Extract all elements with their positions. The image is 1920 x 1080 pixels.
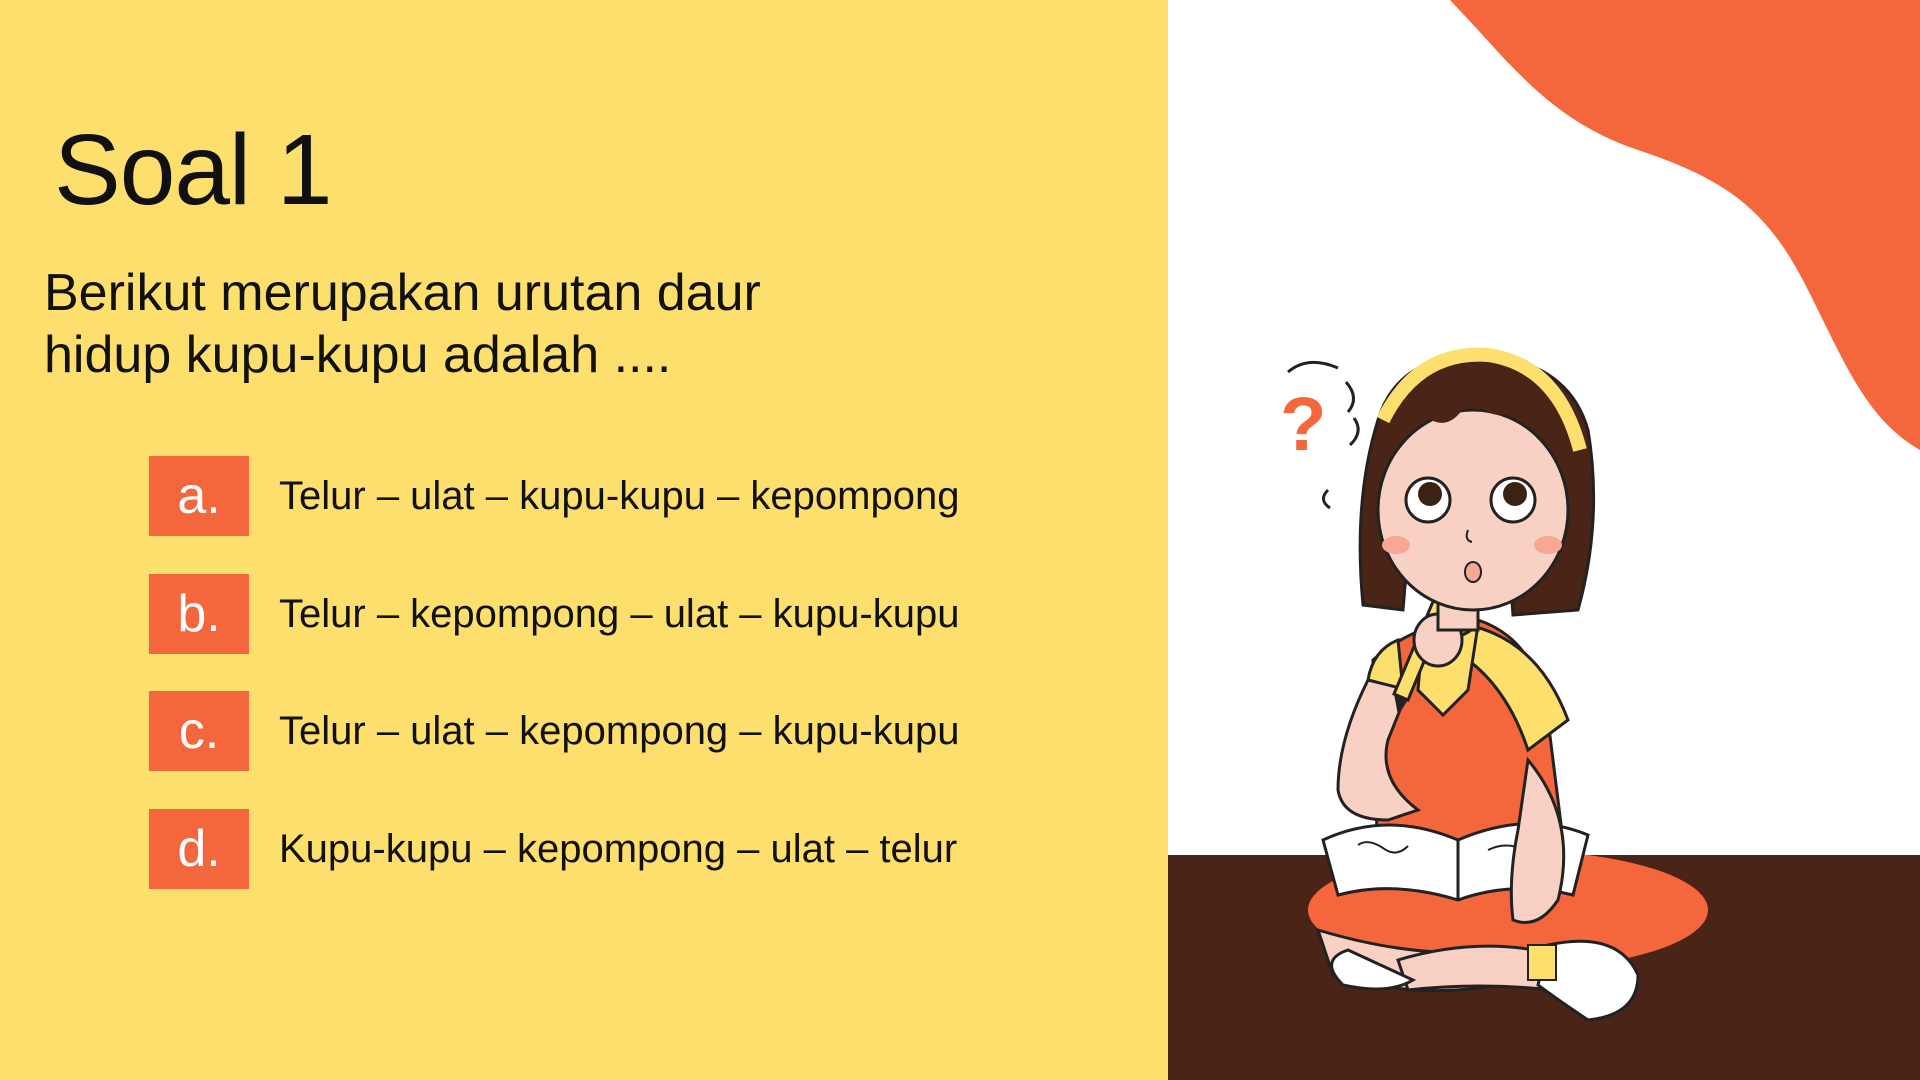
option-text-a: Telur – ulat – kupu-kupu – kepompong [279, 473, 960, 518]
illustration-panel: ? [1168, 0, 1920, 1080]
thought-arc-icon-3 [1322, 488, 1331, 510]
content-panel: Soal 1 Berikut merupakan urutan daur hid… [0, 0, 1168, 1080]
option-letter-a: a. [149, 456, 249, 536]
question-text: Berikut merupakan urutan daur hidup kupu… [44, 264, 761, 384]
option-letter-c: c. [149, 691, 249, 771]
option-b[interactable]: b. Telur – kepompong – ulat – kupu-kupu [149, 574, 1049, 654]
illustration: ? [1168, 0, 1920, 1080]
thought-arc-icon-2 [1344, 381, 1360, 447]
option-letter-d: d. [149, 809, 249, 889]
option-c[interactable]: c. Telur – ulat – kepompong – kupu-kupu [149, 691, 1049, 771]
thought-arc-icon [1287, 360, 1339, 374]
option-d[interactable]: d. Kupu-kupu – kepompong – ulat – telur [149, 809, 1049, 889]
option-text-d: Kupu-kupu – kepompong – ulat – telur [279, 826, 958, 871]
option-text-b: Telur – kepompong – ulat – kupu-kupu [279, 591, 960, 636]
option-letter-b: b. [149, 574, 249, 654]
question-mark-icon: ? [1280, 382, 1326, 467]
option-a[interactable]: a. Telur – ulat – kupu-kupu – kepompong [149, 456, 1049, 536]
option-text-c: Telur – ulat – kepompong – kupu-kupu [279, 708, 960, 753]
slide-title: Soal 1 [54, 114, 333, 226]
